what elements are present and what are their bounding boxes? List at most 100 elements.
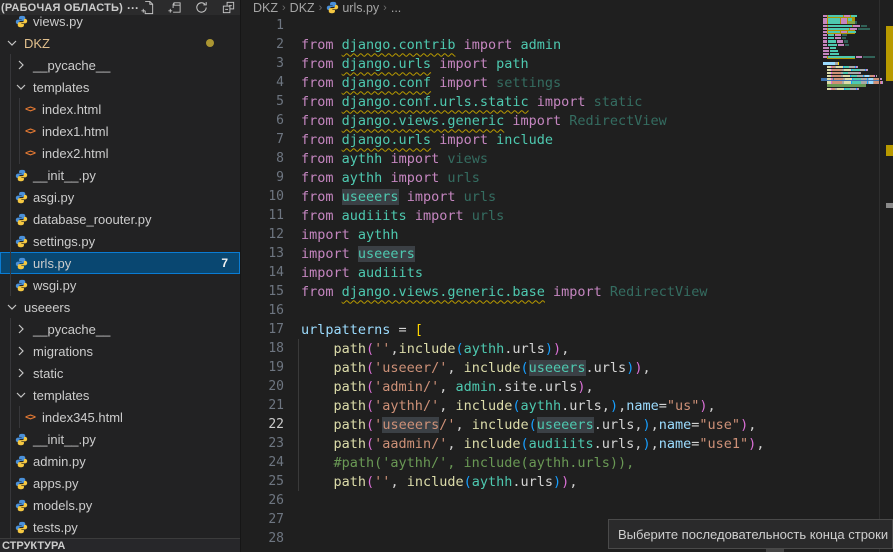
tree-item-admin.py[interactable]: admin.py (0, 450, 240, 472)
tree-item-index1.html[interactable]: <>index1.html (0, 120, 240, 142)
line-number[interactable]: 24 (241, 455, 293, 470)
chevron-down-icon[interactable] (4, 299, 20, 315)
tree-item-index.html[interactable]: <>index.html (0, 98, 240, 120)
line-number[interactable]: 9 (241, 170, 293, 185)
line-number[interactable]: 19 (241, 360, 293, 375)
code-line-15[interactable]: 15from django.views.generic.base import … (241, 282, 893, 301)
code-line-13[interactable]: 13import useeers (241, 244, 893, 263)
tree-item-asgi.py[interactable]: asgi.py (0, 186, 240, 208)
code-line-26[interactable]: 26 (241, 491, 893, 510)
code-line-19[interactable]: 19 path('useeer/', include(useeers.urls)… (241, 358, 893, 377)
tree-item-__pycache__[interactable]: __pycache__ (0, 54, 240, 76)
collapse-all-icon[interactable] (220, 0, 236, 16)
line-number[interactable]: 7 (241, 132, 293, 147)
code-line-4[interactable]: 4from django.conf import settings (241, 73, 893, 92)
chevron-right-icon[interactable] (13, 343, 29, 359)
chevron-down-icon[interactable] (13, 387, 29, 403)
chevron-down-icon[interactable] (13, 79, 29, 95)
tree-item-__pycache__[interactable]: __pycache__ (0, 318, 240, 340)
code-token: include (464, 360, 521, 376)
code-line-25[interactable]: 25 path('', include(aythh.urls)), (241, 472, 893, 491)
line-number[interactable]: 13 (241, 246, 293, 261)
line-number[interactable]: 5 (241, 94, 293, 109)
line-number[interactable]: 28 (241, 531, 293, 546)
breadcrumb-item[interactable]: urls.py (326, 1, 379, 15)
line-number[interactable]: 4 (241, 75, 293, 90)
code-line-10[interactable]: 10from useeers import urls (241, 187, 893, 206)
line-number[interactable]: 17 (241, 322, 293, 337)
chevron-right-icon[interactable] (13, 365, 29, 381)
tree-item-settings.py[interactable]: settings.py (0, 230, 240, 252)
breadcrumb-item[interactable]: DKZ (290, 1, 315, 15)
chevron-right-icon[interactable] (13, 57, 29, 73)
tree-item-__init__.py[interactable]: __init__.py (0, 428, 240, 450)
line-number[interactable]: 21 (241, 398, 293, 413)
outline-section-header[interactable]: СТРУКТУРА (0, 538, 240, 552)
breadcrumb-item[interactable]: ... (391, 1, 401, 15)
code-line-24[interactable]: 24 #path('aythh/', include(aythh.urls)), (241, 453, 893, 472)
tree-item-tests.py[interactable]: tests.py (0, 516, 240, 538)
code-line-16[interactable]: 16 (241, 301, 893, 320)
code-line-20[interactable]: 20 path('admin/', admin.site.urls), (241, 377, 893, 396)
line-number[interactable]: 10 (241, 189, 293, 204)
line-number[interactable]: 6 (241, 113, 293, 128)
tree-item-models.py[interactable]: models.py (0, 494, 240, 516)
code-line-2[interactable]: 2from django.contrib import admin (241, 35, 893, 54)
tree-item-apps.py[interactable]: apps.py (0, 472, 240, 494)
tree-item-templates[interactable]: templates (0, 384, 240, 406)
line-number[interactable]: 3 (241, 56, 293, 71)
line-number[interactable]: 20 (241, 379, 293, 394)
line-number[interactable]: 11 (241, 208, 293, 223)
code-line-1[interactable]: 1 (241, 16, 893, 35)
line-number[interactable]: 1 (241, 18, 293, 33)
breadcrumb-item[interactable]: DKZ (253, 1, 278, 15)
line-number[interactable]: 12 (241, 227, 293, 242)
code-line-11[interactable]: 11from audiiits import urls (241, 206, 893, 225)
code-line-14[interactable]: 14import audiiits (241, 263, 893, 282)
tree-item-wsgi.py[interactable]: wsgi.py (0, 274, 240, 296)
code-line-17[interactable]: 17urlpatterns = [ (241, 320, 893, 339)
new-folder-icon[interactable] (166, 0, 182, 16)
code-line-18[interactable]: 18 path('',include(aythh.urls)), (241, 339, 893, 358)
code-line-21[interactable]: 21 path('aythh/', include(aythh.urls,),n… (241, 396, 893, 415)
tree-item-DKZ[interactable]: DKZ (0, 32, 240, 54)
tree-item-templates[interactable]: templates (0, 76, 240, 98)
chevron-down-icon[interactable] (4, 35, 20, 51)
line-number[interactable]: 2 (241, 37, 293, 52)
line-number[interactable]: 15 (241, 284, 293, 299)
tree-item-index345.html[interactable]: <>index345.html (0, 406, 240, 428)
code-line-5[interactable]: 5from django.conf.urls.static import sta… (241, 92, 893, 111)
tree-item-useeers[interactable]: useeers (0, 296, 240, 318)
tree-item-index2.html[interactable]: <>index2.html (0, 142, 240, 164)
code-token: #path('aythh/', include(aythh.urls)), (334, 455, 635, 471)
tree-item-database_roouter.py[interactable]: database_roouter.py (0, 208, 240, 230)
line-number[interactable]: 22 (241, 417, 293, 432)
line-number[interactable]: 27 (241, 512, 293, 527)
code-line-9[interactable]: 9from aythh import urls (241, 168, 893, 187)
tree-item-urls.py[interactable]: urls.py7 (0, 252, 240, 274)
tree-item-__init__.py[interactable]: __init__.py (0, 164, 240, 186)
refresh-icon[interactable] (193, 0, 209, 16)
code-line-23[interactable]: 23 path('aadmin/', include(audiiits.urls… (241, 434, 893, 453)
line-number[interactable]: 8 (241, 151, 293, 166)
code-line-6[interactable]: 6from django.views.generic import Redire… (241, 111, 893, 130)
line-number[interactable]: 18 (241, 341, 293, 356)
line-number[interactable]: 23 (241, 436, 293, 451)
line-number[interactable]: 25 (241, 474, 293, 489)
new-file-icon[interactable] (139, 0, 155, 16)
code-line-22[interactable]: 22 path('useeers/', include(useeers.urls… (241, 415, 893, 434)
line-number[interactable]: 14 (241, 265, 293, 280)
chevron-right-icon[interactable] (13, 321, 29, 337)
line-number[interactable]: 16 (241, 303, 293, 318)
more-actions-button[interactable]: ··· (127, 5, 139, 11)
tree-item-static[interactable]: static (0, 362, 240, 384)
code-line-12[interactable]: 12import aythh (241, 225, 893, 244)
code-area[interactable]: 1 2from django.contrib import admin3from … (241, 16, 893, 548)
code-line-8[interactable]: 8from aythh import views (241, 149, 893, 168)
tree-item-migrations[interactable]: migrations (0, 340, 240, 362)
minimap[interactable] (821, 12, 879, 142)
line-number[interactable]: 26 (241, 493, 293, 508)
code-line-7[interactable]: 7from django.urls import include (241, 130, 893, 149)
code-line-3[interactable]: 3from django.urls import path (241, 54, 893, 73)
code-token: 'aadmin/' (374, 436, 447, 452)
